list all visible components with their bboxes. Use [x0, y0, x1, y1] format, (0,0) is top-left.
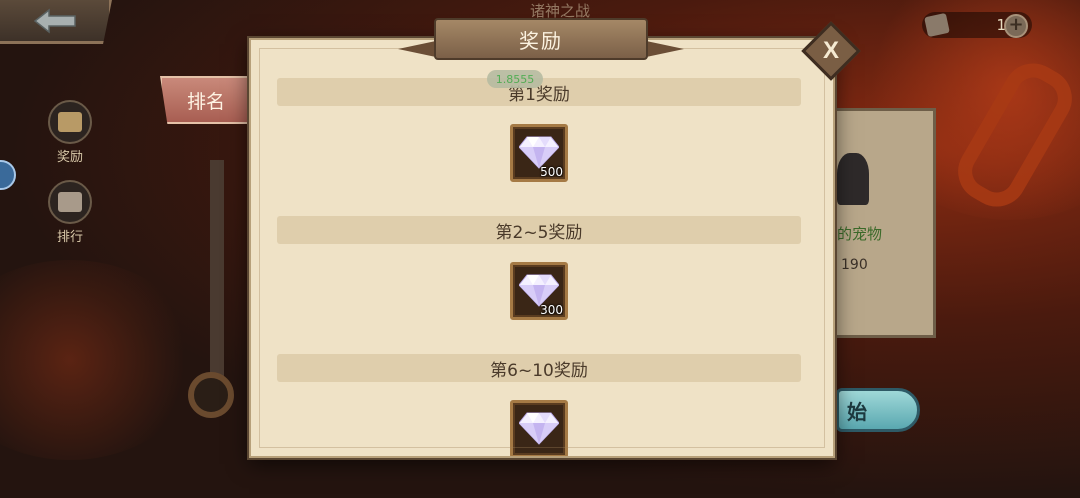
tier-title: 第6~10奖励	[277, 354, 801, 382]
reward-item[interactable]	[510, 400, 568, 456]
side-menu-label: 排行	[56, 230, 83, 245]
reward-list[interactable]: 第1奖励 500 第2~5奖励 300 第6~10奖励	[277, 76, 801, 456]
siege-cart	[180, 160, 250, 420]
reward-tier: 第2~5奖励 300	[277, 214, 801, 352]
tab-ranking[interactable]: 排名	[160, 76, 252, 124]
ticket-icon	[924, 12, 950, 38]
lava-glow	[0, 260, 200, 460]
diamond-icon	[519, 412, 559, 445]
status-badge: 1.8555	[487, 70, 543, 88]
start-button[interactable]: 始	[836, 388, 920, 432]
reward-tier: 第1奖励 500	[277, 76, 801, 214]
back-button[interactable]	[0, 0, 112, 44]
panel-header: 奖励	[398, 14, 684, 64]
pet-portrait	[837, 153, 869, 205]
item-quantity: 500	[540, 165, 563, 179]
reward-panel: 第1奖励 500 第2~5奖励 300 第6~10奖励	[249, 38, 835, 458]
add-currency-button[interactable]: +	[1004, 14, 1028, 38]
start-button-label: 始	[847, 399, 867, 424]
panel-title: 奖励	[434, 18, 648, 60]
tier-title: 第2~5奖励	[277, 216, 801, 244]
reward-item[interactable]: 300	[510, 262, 568, 320]
item-quantity: 300	[540, 303, 563, 317]
pet-card-label: 的宠物	[837, 225, 883, 243]
close-icon: X	[822, 37, 839, 64]
crown-icon	[48, 180, 92, 224]
chest-icon	[48, 100, 92, 144]
tab-label: 排名	[186, 90, 225, 113]
pet-card-value: 190	[841, 257, 868, 273]
side-menu-label: 奖励	[56, 150, 83, 165]
diamond-icon	[519, 274, 559, 307]
reward-tier: 第6~10奖励	[277, 352, 801, 456]
reward-item[interactable]: 500	[510, 124, 568, 182]
pet-card[interactable]: 的宠物 190	[830, 108, 936, 338]
diamond-icon	[519, 136, 559, 169]
side-menu-rewards[interactable]: 奖励	[48, 100, 92, 165]
back-arrow-icon	[33, 7, 76, 34]
side-menu-ranking[interactable]: 排行	[48, 180, 92, 245]
